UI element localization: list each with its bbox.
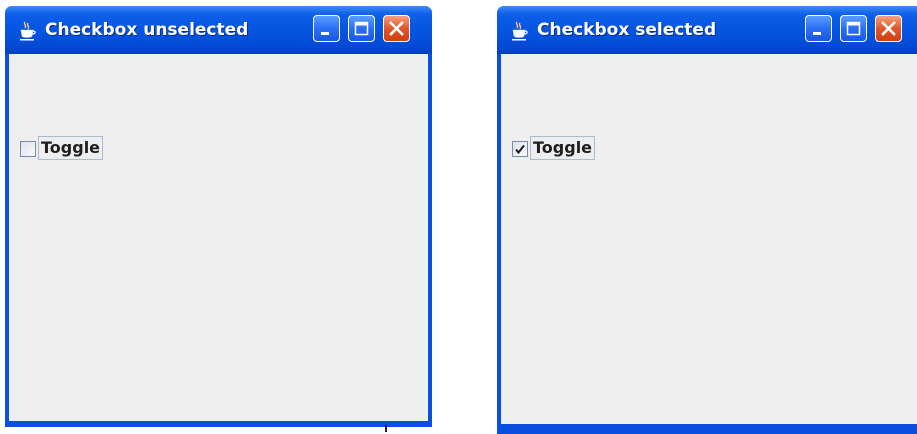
java-cup-icon[interactable]: [510, 21, 528, 41]
maximize-button[interactable]: [348, 15, 375, 42]
check-mark-icon: [515, 144, 525, 155]
java-cup-icon[interactable]: [18, 21, 36, 41]
maximize-button[interactable]: [840, 15, 867, 42]
checkbox-box[interactable]: [20, 141, 36, 157]
close-button[interactable]: [383, 15, 410, 42]
maximize-icon: [846, 21, 861, 36]
checkbox-box[interactable]: [512, 141, 528, 157]
title-bar[interactable]: Checkbox selected: [497, 6, 917, 54]
window-title: Checkbox selected: [537, 20, 717, 40]
minimize-button[interactable]: [313, 15, 340, 42]
checkbox-label[interactable]: Toggle: [38, 136, 104, 160]
stray-mark: [385, 425, 387, 432]
window-checkbox-unselected: Checkbox unselected Toggle: [5, 6, 432, 427]
close-button[interactable]: [875, 15, 902, 42]
window-title: Checkbox unselected: [45, 20, 249, 40]
maximize-icon: [354, 21, 369, 36]
minimize-icon: [321, 32, 329, 35]
checkbox-label[interactable]: Toggle: [530, 136, 596, 160]
minimize-icon: [813, 32, 821, 35]
close-icon: [389, 21, 404, 36]
window-checkbox-selected: Checkbox selected Toggle: [497, 6, 917, 434]
close-icon: [881, 21, 896, 36]
window-content: Toggle: [9, 54, 428, 421]
minimize-button[interactable]: [805, 15, 832, 42]
window-content: Toggle: [501, 54, 917, 424]
title-bar[interactable]: Checkbox unselected: [5, 6, 432, 54]
